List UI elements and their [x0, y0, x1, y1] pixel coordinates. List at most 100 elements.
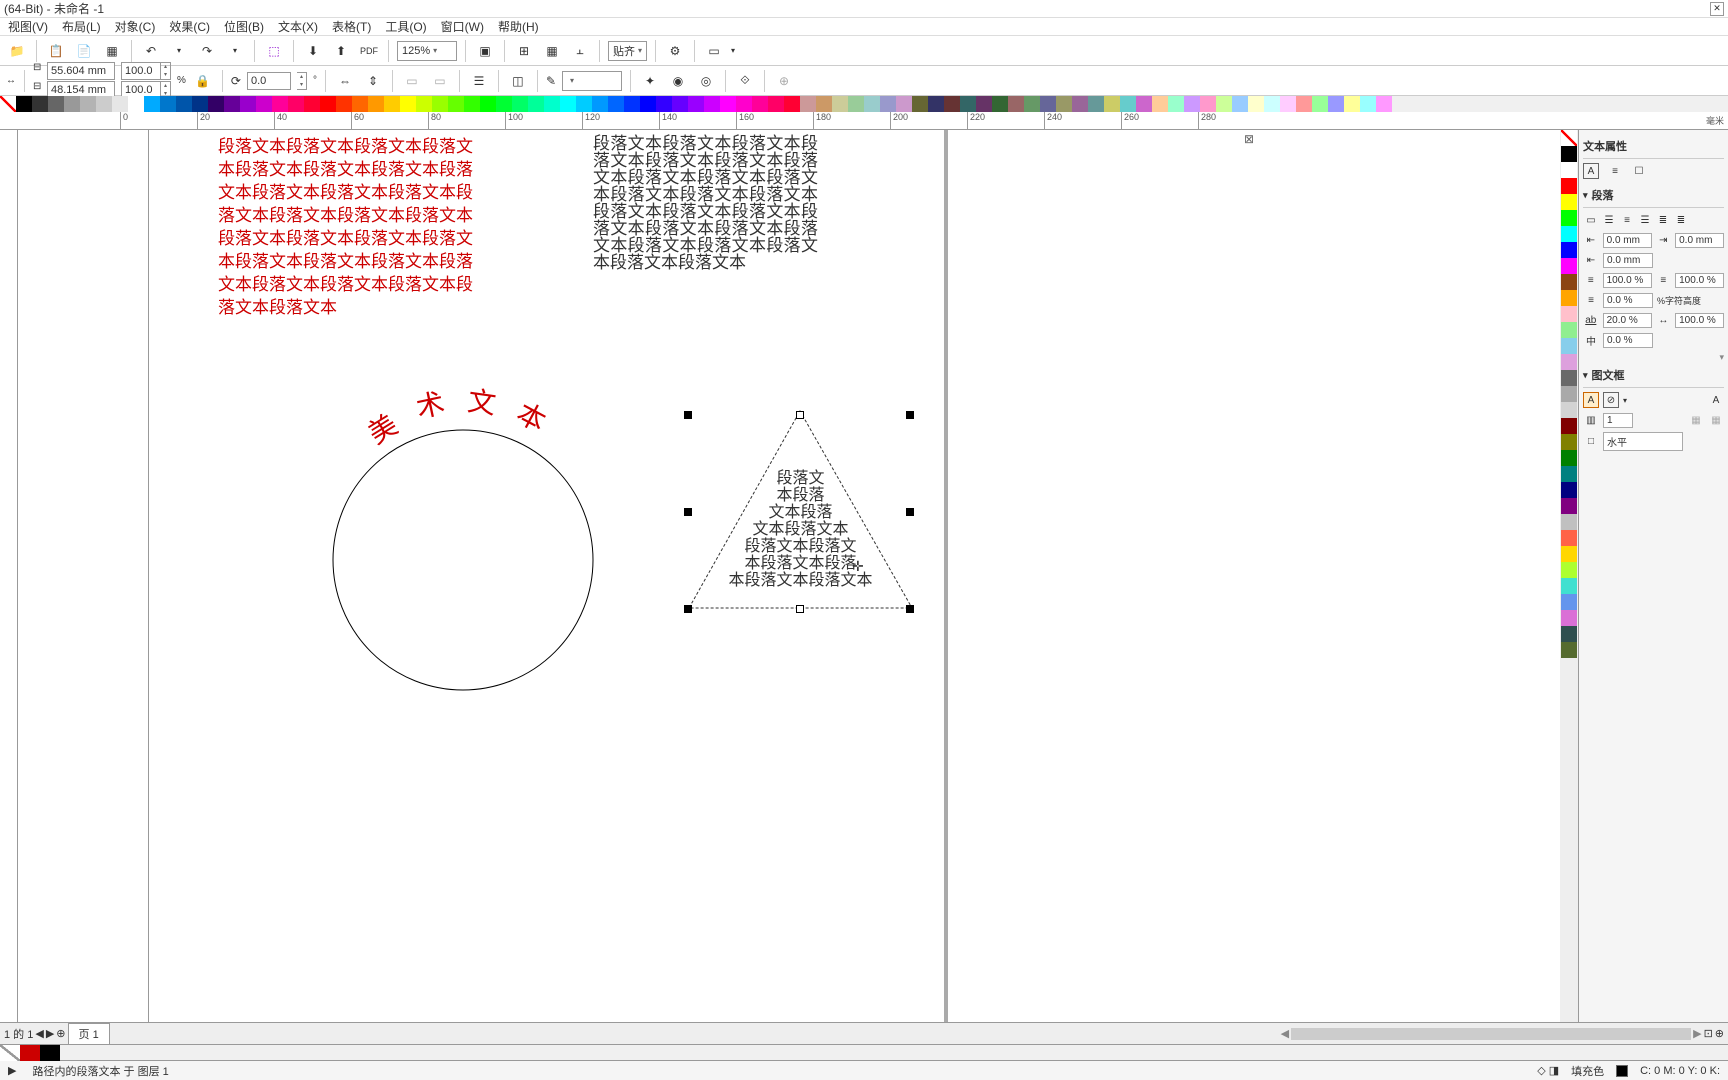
swatch[interactable] — [32, 96, 48, 112]
effect3-icon[interactable]: ◎ — [695, 70, 717, 92]
swatch[interactable] — [1561, 610, 1577, 626]
swatch[interactable] — [752, 96, 768, 112]
mirror-h-icon[interactable]: ⇔ — [334, 70, 356, 92]
swatch[interactable] — [1344, 96, 1360, 112]
swatch[interactable] — [912, 96, 928, 112]
swatch[interactable] — [1561, 290, 1577, 306]
char-spacing-input[interactable]: 20.0 % — [1603, 313, 1652, 328]
art-text-char3[interactable]: 文 — [465, 379, 498, 423]
swatch[interactable] — [1088, 96, 1104, 112]
overlap-icon[interactable]: ◫ — [507, 70, 529, 92]
swatch[interactable] — [736, 96, 752, 112]
vtext-icon[interactable]: A — [1708, 392, 1724, 408]
pdf-icon[interactable]: PDF — [358, 40, 380, 62]
doc-swatch-black[interactable] — [40, 1045, 60, 1061]
indent-right-input[interactable]: 0.0 mm — [1675, 233, 1724, 248]
swatch[interactable] — [1232, 96, 1248, 112]
word-spacing-input[interactable]: 100.0 % — [1675, 313, 1724, 328]
swatch[interactable] — [464, 96, 480, 112]
swatch[interactable] — [256, 96, 272, 112]
close-view-icon[interactable]: ⊠ — [1244, 132, 1254, 146]
align-left-icon[interactable]: ☰ — [1601, 212, 1617, 228]
swatch[interactable] — [1264, 96, 1280, 112]
menu-bitmap[interactable]: 位图(B) — [224, 18, 264, 35]
add-icon[interactable]: ⊕ — [773, 70, 795, 92]
guides-icon[interactable]: ⫠ — [569, 40, 591, 62]
swatch[interactable] — [288, 96, 304, 112]
swatch[interactable] — [1561, 210, 1577, 226]
scroll-left-icon[interactable]: ◀ — [1281, 1027, 1289, 1040]
para-tab-icon[interactable]: ≡ — [1607, 163, 1623, 179]
swatch[interactable] — [320, 96, 336, 112]
swatch[interactable] — [144, 96, 160, 112]
swatch[interactable] — [848, 96, 864, 112]
menu-view[interactable]: 视图(V) — [8, 18, 48, 35]
swatch[interactable] — [720, 96, 736, 112]
lang-spacing-input[interactable]: 0.0 % — [1603, 333, 1653, 348]
swatch[interactable] — [1561, 498, 1577, 514]
swatch[interactable] — [512, 96, 528, 112]
rotation-input[interactable]: 0.0 — [247, 72, 291, 90]
tab-page1[interactable]: 页 1 — [68, 1023, 110, 1044]
swatch[interactable] — [1280, 96, 1296, 112]
lock-ratio-icon[interactable]: 🔒 — [192, 70, 214, 92]
scroll-right-icon[interactable]: ▶ — [1693, 1027, 1701, 1040]
redo-icon[interactable]: ↷ — [196, 40, 218, 62]
swatch[interactable] — [1561, 178, 1577, 194]
swatch[interactable] — [1008, 96, 1024, 112]
swatch[interactable] — [1376, 96, 1392, 112]
color-swatch[interactable] — [1616, 1065, 1628, 1077]
swatch[interactable] — [1561, 402, 1577, 418]
swatch[interactable] — [1216, 96, 1232, 112]
swatch[interactable] — [1561, 226, 1577, 242]
indent-first-input[interactable]: 0.0 mm — [1603, 253, 1653, 268]
swatch[interactable] — [960, 96, 976, 112]
swatch[interactable] — [1561, 514, 1577, 530]
swatch[interactable] — [208, 96, 224, 112]
circle-shape[interactable] — [328, 425, 598, 695]
page-add-icon[interactable]: ⊕ — [56, 1027, 65, 1040]
after-para-input[interactable]: 0.0 % — [1603, 293, 1653, 308]
swatch[interactable] — [432, 96, 448, 112]
handle-tl[interactable] — [684, 411, 692, 419]
swatch[interactable] — [1561, 642, 1577, 658]
nav-icon[interactable]: ⊡ — [1704, 1027, 1713, 1040]
fullscreen-icon[interactable]: ▣ — [474, 40, 496, 62]
swatch[interactable] — [992, 96, 1008, 112]
no-fill-swatch[interactable] — [0, 96, 16, 112]
swatch[interactable] — [1561, 242, 1577, 258]
swatch[interactable] — [1561, 338, 1577, 354]
frame-tab-icon[interactable]: ☐ — [1631, 163, 1647, 179]
copy-icon[interactable]: 📋 — [45, 40, 67, 62]
swatch[interactable] — [544, 96, 560, 112]
swatch[interactable] — [656, 96, 672, 112]
swatch[interactable] — [1561, 162, 1577, 178]
rulers-icon[interactable]: ⊞ — [513, 40, 535, 62]
canvas[interactable]: 段落文本段落文本段落文本段落文本段落文本段落文本段落文本段落文本段落文本段落文本… — [18, 130, 1560, 1022]
swatch[interactable] — [240, 96, 256, 112]
align-right-icon[interactable]: ☰ — [1637, 212, 1653, 228]
swatch[interactable] — [800, 96, 816, 112]
redo-dropdown-icon[interactable]: ▾ — [224, 40, 246, 62]
grid-icon[interactable]: ▦ — [541, 40, 563, 62]
swatch[interactable] — [1056, 96, 1072, 112]
swatch[interactable] — [224, 96, 240, 112]
char-tab-icon[interactable]: A — [1583, 163, 1599, 179]
swatch[interactable] — [1312, 96, 1328, 112]
mirror-v-icon[interactable]: ⇕ — [362, 70, 384, 92]
swatch[interactable] — [1561, 530, 1577, 546]
handle-br[interactable] — [906, 605, 914, 613]
swatch[interactable] — [864, 96, 880, 112]
swatch[interactable] — [448, 96, 464, 112]
frame-section[interactable]: 图文框 — [1592, 367, 1625, 383]
swatch[interactable] — [688, 96, 704, 112]
text-align-icon[interactable]: ☰ — [468, 70, 490, 92]
swatch[interactable] — [64, 96, 80, 112]
align-justify-icon[interactable]: ≣ — [1655, 212, 1671, 228]
paragraph-section[interactable]: 段落 — [1592, 187, 1614, 203]
options-icon[interactable]: ⚙ — [664, 40, 686, 62]
swatch[interactable] — [416, 96, 432, 112]
swatch[interactable] — [1561, 194, 1577, 210]
outline-width-combo[interactable] — [562, 71, 622, 91]
frame-none-icon[interactable]: ⊘ — [1603, 392, 1619, 408]
